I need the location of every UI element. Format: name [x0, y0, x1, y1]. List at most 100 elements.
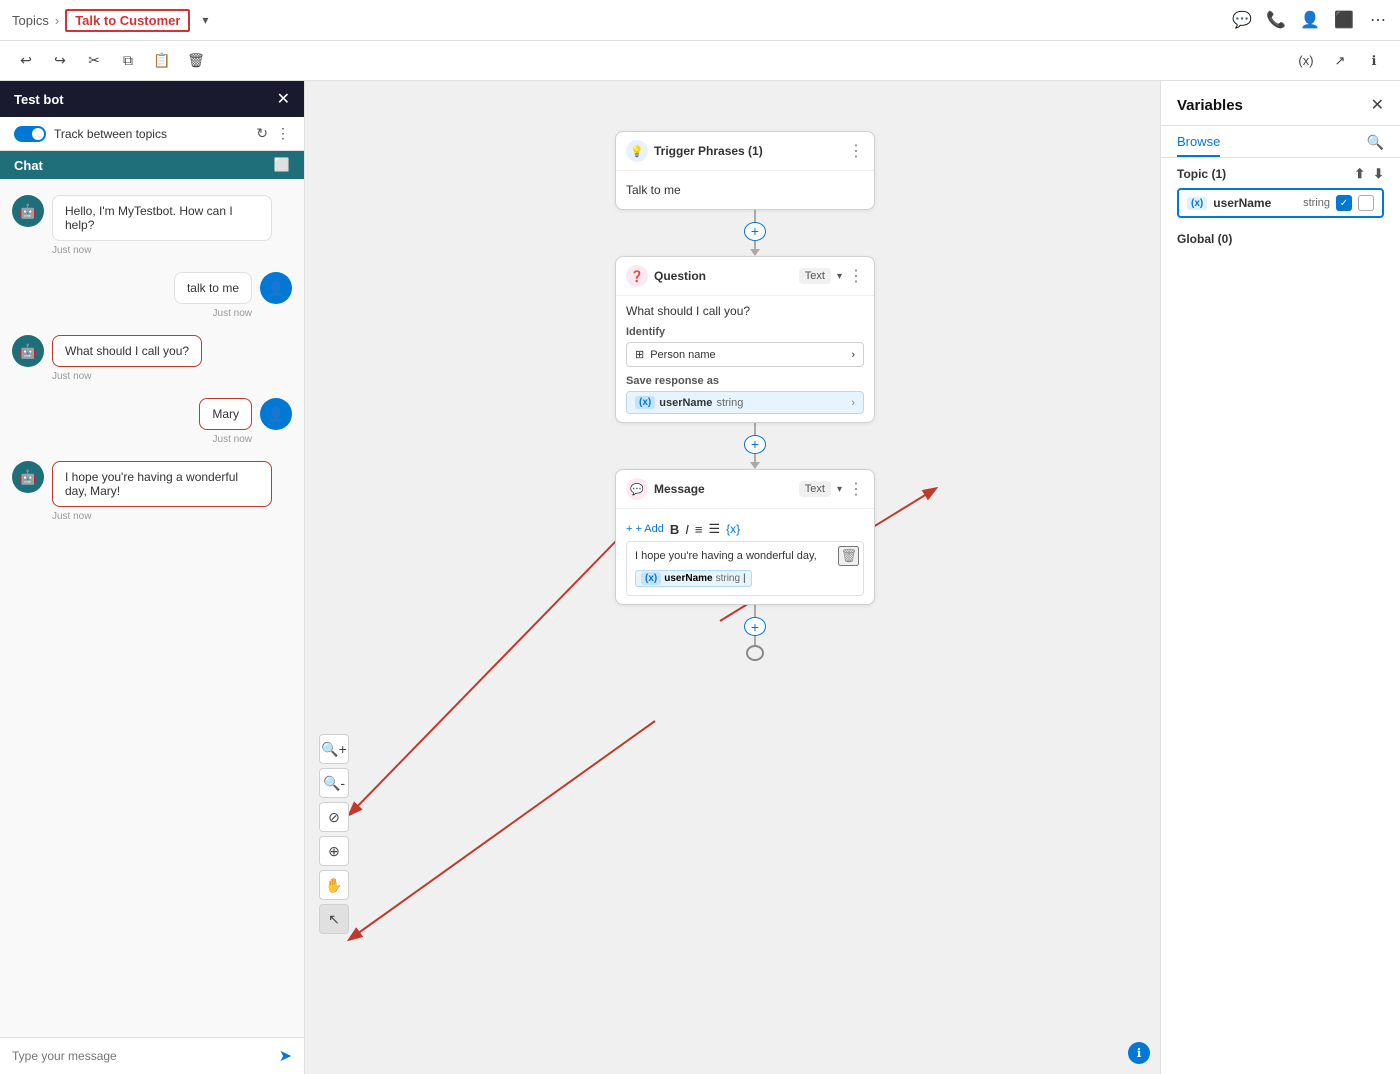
track-toggle-switch[interactable]: [14, 126, 46, 142]
select-tool-btn[interactable]: ↖: [319, 904, 349, 934]
delete-button[interactable]: 🗑: [182, 47, 210, 75]
breadcrumb-topics[interactable]: Topics: [12, 13, 49, 28]
question-icon: ❓: [626, 265, 648, 287]
save-response-var[interactable]: (x) userName string ›: [626, 391, 864, 414]
more-icon[interactable]: ⋯: [1368, 10, 1388, 30]
list-btn[interactable]: ☰: [709, 521, 721, 537]
var-item-name: userName: [1213, 196, 1297, 210]
var-name: userName: [659, 397, 712, 409]
sidebar-input-area: ➤: [0, 1037, 304, 1074]
user-icon[interactable]: 👤: [1300, 10, 1320, 30]
trigger-menu-icon[interactable]: ⋮: [848, 141, 864, 161]
paste-button[interactable]: 📋: [148, 47, 176, 75]
sidebar-top: Track between topics ↻ ⋮: [0, 117, 304, 151]
message-dropdown-icon[interactable]: ▾: [837, 484, 842, 495]
reset-view-btn[interactable]: ⊘: [319, 802, 349, 832]
chat-icon[interactable]: 💬: [1232, 10, 1252, 30]
var-item-check-true[interactable]: ✓: [1336, 195, 1352, 211]
identify-select[interactable]: ⊞ Person name ›: [626, 342, 864, 367]
connector-line-2: [754, 423, 756, 435]
msg-var-badge: (x): [641, 572, 661, 585]
send-button[interactable]: ➤: [279, 1046, 292, 1066]
sidebar: Test bot ✕ Track between topics ↻ ⋮ Chat…: [0, 81, 305, 1074]
message-text-badge[interactable]: Text: [799, 481, 831, 497]
connector-3: +: [615, 605, 895, 661]
var-item-check-false[interactable]: [1358, 195, 1374, 211]
breadcrumb-separator: ›: [55, 13, 59, 28]
canvas-info-btn[interactable]: ℹ: [1128, 1042, 1150, 1064]
zoom-out-btn[interactable]: 🔍-: [319, 768, 349, 798]
question-body: What should I call you? Identify ⊞ Perso…: [616, 296, 874, 422]
breadcrumb: Topics › Talk to Customer ▾: [12, 9, 214, 32]
chat-bubble-bot-2: What should I call you?: [52, 335, 202, 367]
question-text-badge[interactable]: Text: [799, 268, 831, 284]
chat-bubble-user-2: Mary: [199, 398, 252, 430]
info-button[interactable]: ℹ: [1360, 47, 1388, 75]
vars-tabs: Browse 🔍: [1161, 126, 1400, 158]
message-menu-icon[interactable]: ⋮: [848, 479, 864, 499]
italic-btn[interactable]: I: [685, 522, 689, 537]
zoom-in-btn[interactable]: 🔍+: [319, 734, 349, 764]
cursor-indicator: |: [743, 573, 746, 584]
chat-bubble-bot-3: I hope you're having a wonderful day, Ma…: [52, 461, 272, 507]
vars-close-btn[interactable]: ✕: [1371, 95, 1384, 115]
pop-out-icon[interactable]: ⬜: [274, 157, 290, 173]
fit-view-btn[interactable]: ⊕: [319, 836, 349, 866]
identify-label: Identify: [626, 326, 864, 338]
chat-input[interactable]: [12, 1049, 271, 1063]
message-body: + + Add B I ≡ ☰ {x} 🗑 I hope you're havi…: [616, 509, 874, 604]
hand-tool-btn[interactable]: ✋: [319, 870, 349, 900]
breadcrumb-dropdown-btn[interactable]: ▾: [196, 11, 214, 29]
add-node-btn-2[interactable]: +: [744, 435, 766, 454]
message-delete-btn[interactable]: 🗑: [838, 546, 859, 566]
align-btn[interactable]: ≡: [695, 522, 703, 537]
cut-button[interactable]: ✂: [80, 47, 108, 75]
vars-tab-actions: 🔍: [1367, 134, 1384, 157]
vars-header: Variables ✕: [1161, 81, 1400, 126]
add-node-btn-1[interactable]: +: [744, 222, 766, 241]
user-avatar-1: 👤: [260, 272, 292, 304]
redo-button[interactable]: ↪: [46, 47, 74, 75]
question-text: What should I call you?: [626, 304, 864, 318]
variables-button[interactable]: (x): [1292, 47, 1320, 75]
question-dropdown-icon[interactable]: ▾: [837, 271, 842, 282]
var-item-username[interactable]: (x) userName string ✓: [1177, 188, 1384, 218]
vars-download-icon[interactable]: ⬇: [1373, 166, 1384, 182]
undo-button[interactable]: ↩: [12, 47, 40, 75]
chat-bubble-bot-1: Hello, I'm MyTestbot. How can I help?: [52, 195, 272, 241]
add-content-btn[interactable]: + + Add: [626, 523, 664, 535]
more-options-icon[interactable]: ⋮: [276, 125, 290, 142]
canvas[interactable]: 💡 Trigger Phrases (1) ⋮ Talk to me +: [305, 81, 1160, 1074]
phone-icon[interactable]: 📞: [1266, 10, 1286, 30]
bold-btn[interactable]: B: [670, 522, 679, 537]
copy-button[interactable]: ⧉: [114, 47, 142, 75]
bot-name: Test bot: [14, 92, 64, 107]
person-icon: ⊞: [635, 348, 644, 361]
chat-time-3: Just now: [52, 371, 202, 382]
vars-browse-tab[interactable]: Browse: [1177, 134, 1220, 157]
refresh-icon[interactable]: ↻: [256, 125, 268, 142]
message-var-inline: (x) userName string |: [635, 570, 752, 587]
identify-value: Person name: [650, 349, 715, 361]
var-insert-btn[interactable]: {x}: [726, 522, 740, 536]
connector-line-1b: [754, 241, 756, 249]
question-title: Question: [654, 269, 706, 283]
message-add-bar: + + Add B I ≡ ☰ {x}: [626, 517, 864, 537]
connector-line-2b: [754, 454, 756, 462]
message-content-area[interactable]: 🗑 I hope you're having a wonderful day, …: [626, 541, 864, 596]
canvas-controls: 🔍+ 🔍- ⊘ ⊕ ✋ ↖: [319, 734, 349, 934]
breadcrumb-active: Talk to Customer: [65, 9, 190, 32]
export-button[interactable]: ↗: [1326, 47, 1354, 75]
question-menu-icon[interactable]: ⋮: [848, 266, 864, 286]
add-node-btn-3[interactable]: +: [744, 617, 766, 636]
chat-time-5: Just now: [52, 511, 272, 522]
chat-tab-label: Chat: [14, 158, 43, 173]
vars-search-icon[interactable]: 🔍: [1367, 134, 1384, 151]
sidebar-close-button[interactable]: ✕: [277, 89, 290, 109]
var-badge: (x): [635, 396, 655, 409]
toolbar: ↩ ↪ ✂ ⧉ 📋 🗑 (x) ↗ ℹ: [0, 41, 1400, 81]
chat-area: 🤖 Hello, I'm MyTestbot. How can I help? …: [0, 179, 304, 1037]
vars-upload-icon[interactable]: ⬆: [1354, 166, 1365, 182]
square-icon[interactable]: ⬛: [1334, 10, 1354, 30]
identify-chevron: ›: [851, 349, 855, 361]
